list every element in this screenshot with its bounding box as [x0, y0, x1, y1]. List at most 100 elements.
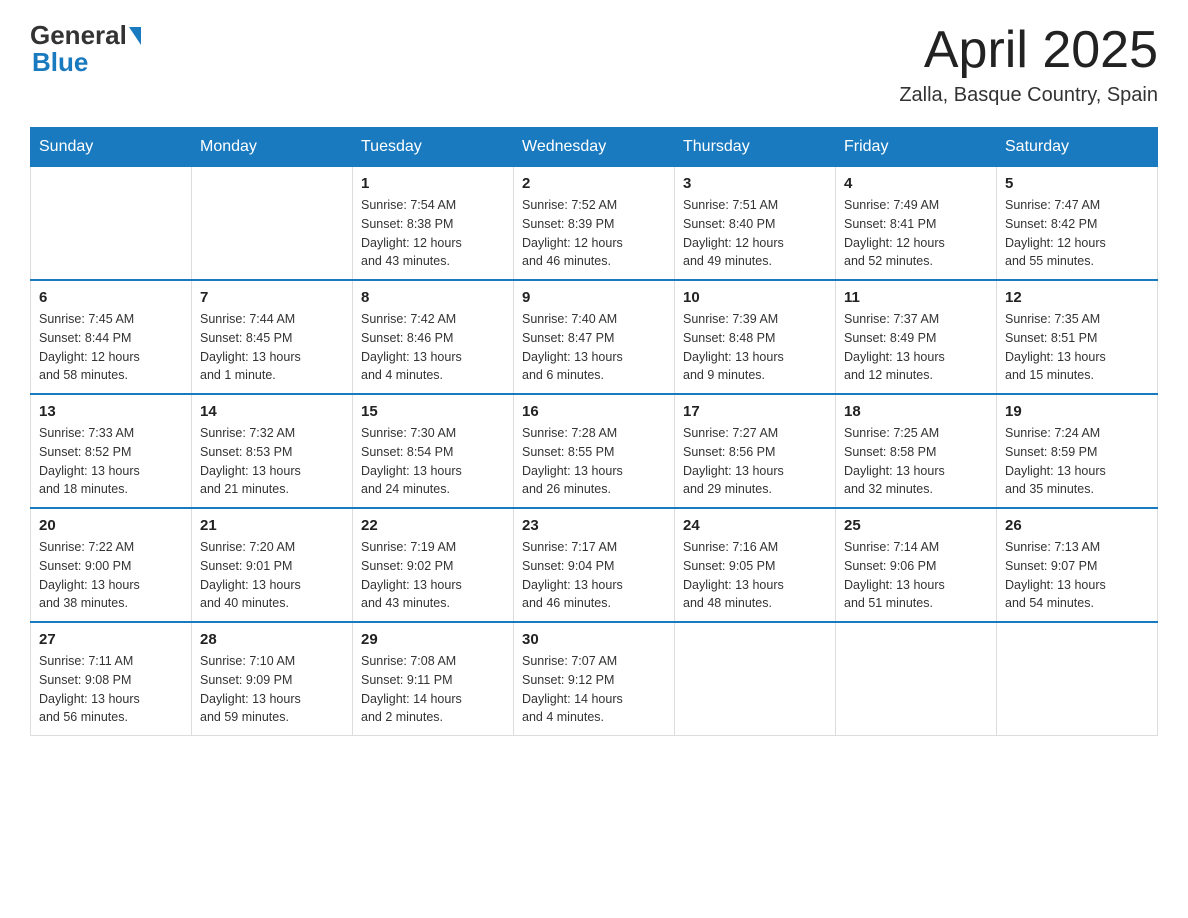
column-header-sunday: Sunday — [31, 128, 192, 167]
calendar-cell: 21Sunrise: 7:20 AMSunset: 9:01 PMDayligh… — [192, 508, 353, 622]
day-number: 2 — [522, 175, 666, 192]
calendar-cell: 3Sunrise: 7:51 AMSunset: 8:40 PMDaylight… — [675, 167, 836, 281]
calendar-cell: 6 Sunrise: 7:45 AMSunset: 8:44 PMDaylight… — [31, 280, 192, 394]
column-header-tuesday: Tuesday — [353, 128, 514, 167]
day-info: Sunrise: 7:45 AMSunset: 8:44 PMDaylight:… — [39, 310, 183, 385]
column-header-monday: Monday — [192, 128, 353, 167]
day-number: 23 — [522, 517, 666, 534]
calendar-cell: 28 Sunrise: 7:10 AMSunset: 9:09 PMDayligh… — [192, 622, 353, 736]
day-info: Sunrise: 7:44 AMSunset: 8:45 PMDaylight:… — [200, 310, 344, 385]
day-info: Sunrise: 7:40 AMSunset: 8:47 PMDaylight:… — [522, 310, 666, 385]
day-info: Sunrise: 7:13 AMSunset: 9:07 PMDaylight:… — [1005, 538, 1149, 613]
calendar-cell: 1 Sunrise: 7:54 AMSunset: 8:38 PMDaylight… — [353, 167, 514, 281]
title-section: April 2025 Zalla, Basque Country, Spain — [899, 20, 1158, 107]
calendar-cell — [31, 167, 192, 281]
day-number: 27 — [39, 631, 183, 648]
calendar-cell: 26 Sunrise: 7:13 AMSunset: 9:07 PMDayligh… — [997, 508, 1158, 622]
day-number: 15 — [361, 403, 505, 420]
day-number: 30 — [522, 631, 666, 648]
day-info: Sunrise: 7:54 AMSunset: 8:38 PMDaylight:… — [361, 196, 505, 271]
day-info: Sunrise: 7:30 AMSunset: 8:54 PMDaylight:… — [361, 424, 505, 499]
calendar-cell — [997, 622, 1158, 736]
day-number: 22 — [361, 517, 505, 534]
logo-blue-text: Blue — [32, 47, 88, 78]
day-info: Sunrise: 7:52 AMSunset: 8:39 PMDaylight:… — [522, 196, 666, 271]
calendar-cell: 11Sunrise: 7:37 AMSunset: 8:49 PMDayligh… — [836, 280, 997, 394]
day-info: Sunrise: 7:08 AMSunset: 9:11 PMDaylight:… — [361, 652, 505, 727]
calendar-cell: 15 Sunrise: 7:30 AMSunset: 8:54 PMDayligh… — [353, 394, 514, 508]
day-info: Sunrise: 7:11 AMSunset: 9:08 PMDaylight:… — [39, 652, 183, 727]
calendar-cell: 2 Sunrise: 7:52 AMSunset: 8:39 PMDaylight… — [514, 167, 675, 281]
page-header: General Blue April 2025 Zalla, Basque Co… — [30, 20, 1158, 107]
calendar-cell — [836, 622, 997, 736]
day-number: 4 — [844, 175, 988, 192]
calendar-week-1: 1 Sunrise: 7:54 AMSunset: 8:38 PMDaylight… — [31, 167, 1158, 281]
calendar-cell: 18 Sunrise: 7:25 AMSunset: 8:58 PMDayligh… — [836, 394, 997, 508]
day-number: 13 — [39, 403, 183, 420]
calendar-cell: 27 Sunrise: 7:11 AMSunset: 9:08 PMDayligh… — [31, 622, 192, 736]
day-info: Sunrise: 7:27 AMSunset: 8:56 PMDaylight:… — [683, 424, 827, 499]
calendar-header-row: SundayMondayTuesdayWednesdayThursdayFrid… — [31, 128, 1158, 167]
calendar-week-4: 20 Sunrise: 7:22 AMSunset: 9:00 PMDayligh… — [31, 508, 1158, 622]
day-number: 25 — [844, 517, 988, 534]
calendar-cell: 19Sunrise: 7:24 AMSunset: 8:59 PMDayligh… — [997, 394, 1158, 508]
calendar-cell: 7 Sunrise: 7:44 AMSunset: 8:45 PMDaylight… — [192, 280, 353, 394]
logo: General Blue — [30, 20, 143, 78]
day-info: Sunrise: 7:24 AMSunset: 8:59 PMDaylight:… — [1005, 424, 1149, 499]
day-number: 28 — [200, 631, 344, 648]
column-header-friday: Friday — [836, 128, 997, 167]
day-number: 9 — [522, 289, 666, 306]
calendar-cell: 14 Sunrise: 7:32 AMSunset: 8:53 PMDayligh… — [192, 394, 353, 508]
calendar-table: SundayMondayTuesdayWednesdayThursdayFrid… — [30, 127, 1158, 736]
day-info: Sunrise: 7:47 AMSunset: 8:42 PMDaylight:… — [1005, 196, 1149, 271]
calendar-cell: 16Sunrise: 7:28 AMSunset: 8:55 PMDayligh… — [514, 394, 675, 508]
day-info: Sunrise: 7:16 AMSunset: 9:05 PMDaylight:… — [683, 538, 827, 613]
day-info: Sunrise: 7:25 AMSunset: 8:58 PMDaylight:… — [844, 424, 988, 499]
day-number: 5 — [1005, 175, 1149, 192]
day-info: Sunrise: 7:39 AMSunset: 8:48 PMDaylight:… — [683, 310, 827, 385]
day-number: 12 — [1005, 289, 1149, 306]
column-header-wednesday: Wednesday — [514, 128, 675, 167]
calendar-cell: 5 Sunrise: 7:47 AMSunset: 8:42 PMDaylight… — [997, 167, 1158, 281]
day-info: Sunrise: 7:07 AMSunset: 9:12 PMDaylight:… — [522, 652, 666, 727]
day-info: Sunrise: 7:42 AMSunset: 8:46 PMDaylight:… — [361, 310, 505, 385]
day-number: 7 — [200, 289, 344, 306]
month-title: April 2025 — [899, 20, 1158, 80]
location-text: Zalla, Basque Country, Spain — [899, 84, 1158, 107]
day-number: 10 — [683, 289, 827, 306]
day-info: Sunrise: 7:32 AMSunset: 8:53 PMDaylight:… — [200, 424, 344, 499]
calendar-cell: 23 Sunrise: 7:17 AMSunset: 9:04 PMDayligh… — [514, 508, 675, 622]
calendar-cell: 20 Sunrise: 7:22 AMSunset: 9:00 PMDayligh… — [31, 508, 192, 622]
day-info: Sunrise: 7:17 AMSunset: 9:04 PMDaylight:… — [522, 538, 666, 613]
calendar-cell: 10 Sunrise: 7:39 AMSunset: 8:48 PMDayligh… — [675, 280, 836, 394]
calendar-week-3: 13 Sunrise: 7:33 AMSunset: 8:52 PMDayligh… — [31, 394, 1158, 508]
day-info: Sunrise: 7:35 AMSunset: 8:51 PMDaylight:… — [1005, 310, 1149, 385]
logo-arrow-icon — [129, 27, 141, 45]
day-number: 20 — [39, 517, 183, 534]
calendar-cell: 9 Sunrise: 7:40 AMSunset: 8:47 PMDaylight… — [514, 280, 675, 394]
column-header-thursday: Thursday — [675, 128, 836, 167]
calendar-week-5: 27 Sunrise: 7:11 AMSunset: 9:08 PMDayligh… — [31, 622, 1158, 736]
calendar-cell: 8Sunrise: 7:42 AMSunset: 8:46 PMDaylight… — [353, 280, 514, 394]
day-number: 14 — [200, 403, 344, 420]
day-info: Sunrise: 7:33 AMSunset: 8:52 PMDaylight:… — [39, 424, 183, 499]
calendar-cell: 17 Sunrise: 7:27 AMSunset: 8:56 PMDayligh… — [675, 394, 836, 508]
day-info: Sunrise: 7:49 AMSunset: 8:41 PMDaylight:… — [844, 196, 988, 271]
day-number: 11 — [844, 289, 988, 306]
day-number: 24 — [683, 517, 827, 534]
day-info: Sunrise: 7:20 AMSunset: 9:01 PMDaylight:… — [200, 538, 344, 613]
day-info: Sunrise: 7:10 AMSunset: 9:09 PMDaylight:… — [200, 652, 344, 727]
calendar-cell: 24 Sunrise: 7:16 AMSunset: 9:05 PMDayligh… — [675, 508, 836, 622]
day-info: Sunrise: 7:22 AMSunset: 9:00 PMDaylight:… — [39, 538, 183, 613]
day-number: 6 — [39, 289, 183, 306]
day-info: Sunrise: 7:51 AMSunset: 8:40 PMDaylight:… — [683, 196, 827, 271]
day-number: 18 — [844, 403, 988, 420]
calendar-cell: 29Sunrise: 7:08 AMSunset: 9:11 PMDayligh… — [353, 622, 514, 736]
calendar-cell — [675, 622, 836, 736]
day-number: 1 — [361, 175, 505, 192]
calendar-cell — [192, 167, 353, 281]
day-number: 26 — [1005, 517, 1149, 534]
day-number: 17 — [683, 403, 827, 420]
day-number: 16 — [522, 403, 666, 420]
calendar-cell: 22Sunrise: 7:19 AMSunset: 9:02 PMDayligh… — [353, 508, 514, 622]
